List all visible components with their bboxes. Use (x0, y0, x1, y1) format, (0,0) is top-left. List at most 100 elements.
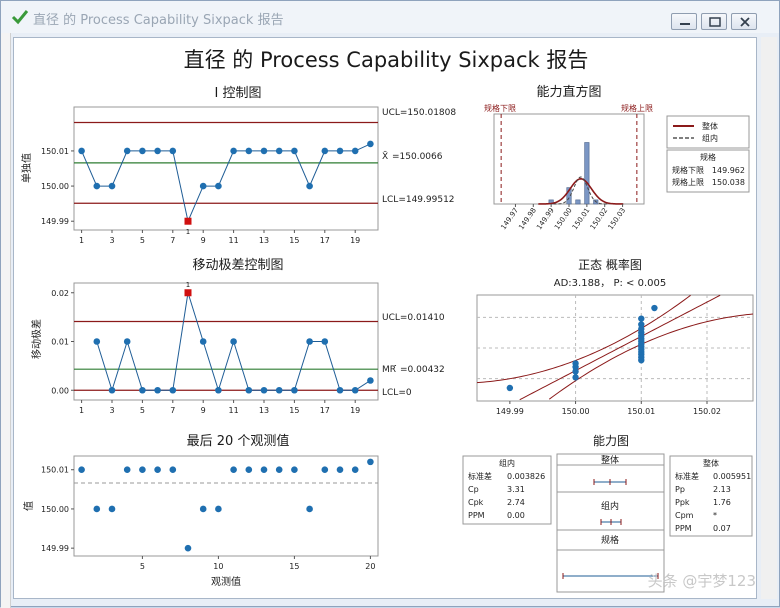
mr-chart-center-label: =0.00432 (400, 365, 445, 375)
normal-plot-xticks: 149.99 150.00 150.01 150.02 (496, 401, 721, 416)
spec-lsl-value: 149.962 (712, 166, 745, 175)
l20-data-point (275, 466, 283, 474)
mr-data-point (139, 386, 146, 394)
normal-xtick-label: 150.02 (693, 407, 721, 416)
i-data-point (215, 182, 222, 190)
normal-xtick-label: 150.00 (562, 407, 590, 416)
l20-data-point (199, 505, 207, 513)
i-data-point (245, 147, 253, 155)
title-bar[interactable]: 直径 的 Process Capability Sixpack 报告 (1, 1, 779, 33)
l20-data-point (367, 458, 374, 466)
mr-ytick-label: 0.01 (51, 338, 69, 347)
mr-data-point (306, 338, 313, 345)
watermark: 头条 @宇梦123 (648, 572, 756, 590)
histogram-usl-label: 规格上限 (621, 103, 653, 113)
i-data-point (199, 182, 207, 190)
i-data-point (78, 147, 85, 155)
l20-data-point (351, 466, 359, 474)
histogram-lsl-label: 规格下限 (484, 103, 516, 113)
last20-ylabel: 值 (22, 501, 35, 511)
close-button[interactable] (731, 13, 757, 30)
mr-xtick-label: 17 (320, 406, 330, 415)
l20-data-point (321, 466, 329, 474)
maximize-icon (709, 17, 721, 27)
l20-data-point (123, 466, 131, 474)
legend-box (666, 115, 750, 149)
i-data-point (275, 147, 283, 155)
normal-xtick-label: 150.01 (627, 407, 655, 416)
mr-chart-lcl-label: LCL=0 (382, 388, 412, 398)
mr-xtick-label: 3 (109, 406, 114, 415)
l20-data-point (291, 466, 298, 474)
i-data-point (123, 147, 131, 155)
l20-data-point (108, 505, 116, 513)
spec-bar-label: 规格 (601, 534, 619, 546)
overall-row-value: 2.13 (713, 485, 731, 494)
histogram-legend: 整体 组内 规格 规格下限 149.962 规格上限 150.038 (666, 115, 750, 193)
overall-row-value: 0.005951 (713, 472, 751, 481)
overall-row-name: Pp (675, 485, 685, 494)
capability-title: 能力图 (593, 434, 629, 448)
i-chart-lcl-label: LCL=149.99512 (382, 195, 455, 205)
i-xtick-label: 11 (229, 236, 239, 245)
within-stats-title: 组内 (499, 458, 515, 468)
mr-data-point (336, 386, 344, 394)
maximize-button[interactable] (701, 13, 727, 30)
vertical-scrollbar[interactable] (761, 37, 777, 599)
mr-data-point (260, 386, 268, 394)
overall-row-value: * (713, 511, 717, 520)
mr-xtick-label: 11 (229, 406, 239, 415)
spec-title: 规格 (700, 152, 716, 162)
i-chart-ylabel: 单独值 (20, 153, 33, 183)
normal-plot-title: 正态 概率图 (578, 257, 642, 272)
l20-data-point (306, 505, 313, 513)
i-xtick-label: 13 (259, 236, 269, 245)
spec-usl-value: 150.038 (712, 178, 745, 187)
mr-xtick-label: 1 (79, 406, 84, 415)
overall-row-name: Ppk (675, 498, 690, 507)
minimize-button[interactable] (671, 13, 697, 30)
within-row-name: 标准差 (468, 471, 492, 481)
mr-xtick-label: 13 (259, 406, 269, 415)
spec-lsl-name: 规格下限 (672, 165, 704, 175)
mr-data-point (199, 338, 207, 345)
mr-data-point (351, 386, 359, 394)
mr-xtick-label: 15 (289, 406, 299, 415)
mr-data-point (367, 377, 374, 384)
hist-bar (584, 142, 590, 205)
i-xtick-label: 5 (140, 236, 145, 245)
within-row-name: Cpk (468, 498, 484, 507)
sixpack-graph: I 控制图 单独值 150.01150.00149.99 1 3 5 7 9 11 13 15… (20, 84, 756, 593)
i-chart-center-label: =150.0066 (392, 152, 443, 162)
mr-data-point (321, 338, 329, 345)
spec-usl-name: 规格上限 (672, 177, 704, 187)
normal-data-point (651, 304, 658, 312)
i-xtick-label: 3 (109, 236, 114, 245)
l20-data-point (184, 544, 192, 552)
i-ytick-label: 150.01 (41, 147, 69, 156)
l20-data-point (139, 466, 146, 474)
i-chart-title: I 控制图 (215, 86, 262, 101)
within-row-name: Cp (468, 485, 479, 494)
mr-chart-ucl-label: UCL=0.01410 (382, 313, 445, 323)
histogram-xticks: 149.97149.98149.99150.00150.01150.02150.… (499, 204, 627, 231)
within-row-name: PPM (468, 511, 485, 520)
minimize-icon (680, 23, 690, 25)
overall-row-name: PPM (675, 524, 692, 533)
mr-data-point (245, 386, 253, 394)
normal-plot-subtitle: AD:3.188， P: < 0.005 (554, 278, 666, 289)
mr-data-point (291, 386, 298, 394)
i-data-point (367, 140, 374, 148)
within-row-value: 0.003826 (507, 472, 545, 481)
l20-xtick-label: 5 (140, 562, 145, 571)
l20-data-point (336, 466, 344, 474)
i-data-point (260, 147, 268, 155)
overall-bar-label: 整体 (601, 454, 619, 466)
within-stats-table: 组内 标准差 0.003826 Cp 3.31 Cpk 2.74 PPM 0.0… (462, 455, 552, 525)
i-data-point (93, 182, 101, 190)
i-chart-ucl-label: UCL=150.01808 (382, 108, 456, 118)
i-data-point (351, 147, 359, 155)
l20-xtick-label: 10 (213, 562, 223, 571)
i-ooc-point (184, 217, 192, 225)
l20-data-point (215, 505, 222, 513)
